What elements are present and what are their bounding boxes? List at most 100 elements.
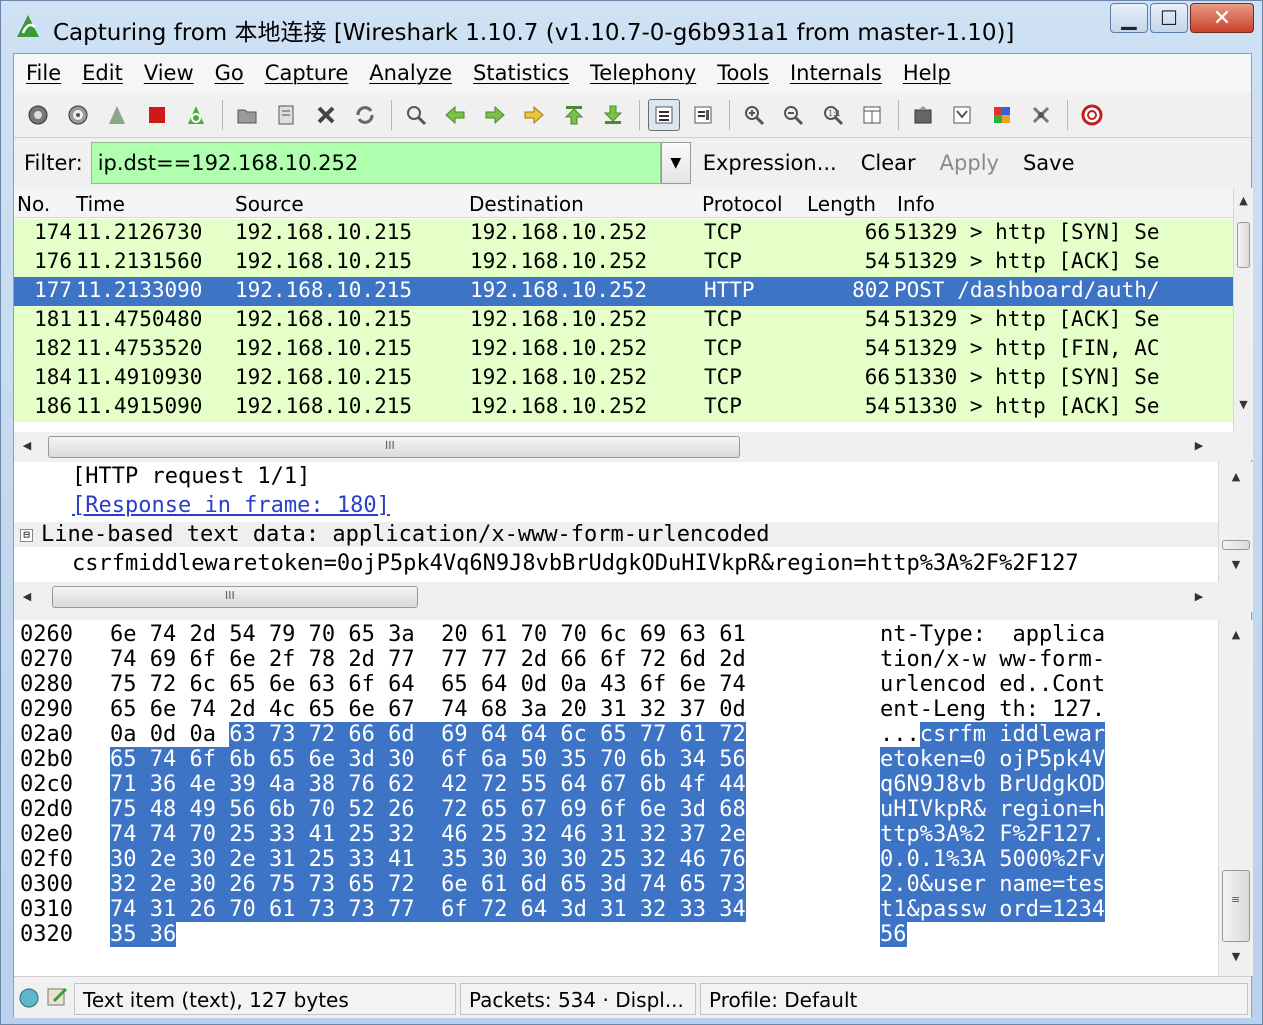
- packet-row[interactable]: 181 11.4750480 192.168.10.215 192.168.10.25…: [14, 306, 1233, 335]
- close-button[interactable]: ✕: [1190, 3, 1254, 33]
- go-back-icon[interactable]: [439, 99, 471, 131]
- zoom-normal-icon[interactable]: 1:1: [817, 99, 849, 131]
- detail-http-request[interactable]: [HTTP request 1/1]: [72, 464, 310, 489]
- maximize-button[interactable]: ☐: [1150, 3, 1188, 33]
- display-filter-input[interactable]: [90, 142, 661, 184]
- detail-form-data[interactable]: csrfmiddlewaretoken=0ojP5pk4Vq6N9J8vbBrU…: [72, 551, 1079, 576]
- byte-row[interactable]: 0310 74 31 26 70 61 73 73 77 6f 72 64 3d …: [14, 897, 1218, 922]
- byte-row[interactable]: 02f0 30 2e 30 2e 31 25 33 41 35 30 30 30 …: [14, 847, 1218, 872]
- options-icon[interactable]: [62, 99, 94, 131]
- details-vscrollbar[interactable]: ▲ ▼: [1218, 462, 1253, 582]
- help-icon[interactable]: [1076, 99, 1108, 131]
- collapse-icon[interactable]: ⊟: [20, 528, 33, 542]
- scroll-down-arrow-icon[interactable]: ▼: [1219, 950, 1253, 963]
- close-file-icon[interactable]: [310, 99, 342, 131]
- preferences-icon[interactable]: [1025, 99, 1057, 131]
- scroll-thumb[interactable]: [1222, 540, 1250, 550]
- packet-row[interactable]: 176 11.2131560 192.168.10.215 192.168.10.25…: [14, 248, 1233, 277]
- go-last-icon[interactable]: [597, 99, 629, 131]
- packet-row[interactable]: 177 11.2133090 192.168.10.215 192.168.10.25…: [14, 277, 1233, 306]
- go-first-icon[interactable]: [558, 99, 590, 131]
- byte-row[interactable]: 0280 75 72 6c 65 6e 63 6f 64 65 64 0d 0a …: [14, 672, 1218, 697]
- menu-tools[interactable]: Tools: [717, 61, 769, 85]
- find-icon[interactable]: [400, 99, 432, 131]
- byte-row[interactable]: 0320 35 36 56: [14, 922, 1218, 947]
- start-capture-icon[interactable]: [101, 99, 133, 131]
- save-file-icon[interactable]: [270, 99, 302, 131]
- byte-row[interactable]: 02d0 75 48 49 56 6b 70 52 26 72 65 67 69 …: [14, 797, 1218, 822]
- byte-row[interactable]: 02c0 71 36 4e 39 4a 38 76 62 42 72 55 64 …: [14, 772, 1218, 797]
- bytes-vscrollbar[interactable]: ▲ ≡ ▼: [1218, 620, 1253, 976]
- expression-button[interactable]: Expression...: [703, 151, 837, 175]
- reload-icon[interactable]: [349, 99, 381, 131]
- byte-row[interactable]: 02a0 0a 0d 0a 63 73 72 66 6d 69 64 64 6c …: [14, 722, 1218, 747]
- byte-row[interactable]: 0300 32 2e 30 26 75 73 65 72 6e 61 6d 65 …: [14, 872, 1218, 897]
- scroll-up-arrow-icon[interactable]: ▲: [1234, 194, 1253, 207]
- byte-row[interactable]: 0260 6e 74 2d 54 79 70 65 3a 20 61 70 70 …: [14, 622, 1218, 647]
- byte-row[interactable]: 02b0 65 74 6f 6b 65 6e 3d 30 6f 6a 50 35 …: [14, 747, 1218, 772]
- column-header-destination[interactable]: Destination: [469, 192, 584, 216]
- menu-telephony[interactable]: Telephony: [590, 61, 696, 85]
- scroll-thumb[interactable]: ≡: [1222, 870, 1250, 942]
- byte-row[interactable]: 02e0 74 74 70 25 33 41 25 32 46 25 32 46 …: [14, 822, 1218, 847]
- menu-analyze[interactable]: Analyze: [369, 61, 452, 85]
- menu-statistics[interactable]: Statistics: [473, 61, 569, 85]
- autoscroll-icon[interactable]: [687, 99, 719, 131]
- column-header-protocol[interactable]: Protocol: [702, 192, 783, 216]
- colorize-icon[interactable]: [647, 98, 680, 131]
- status-profile[interactable]: Profile: Default: [700, 983, 1248, 1015]
- open-file-icon[interactable]: [231, 99, 263, 131]
- zoom-out-icon[interactable]: [777, 99, 809, 131]
- packet-row[interactable]: 174 11.2126730 192.168.10.215 192.168.10.25…: [14, 219, 1233, 248]
- clear-button[interactable]: Clear: [861, 151, 916, 175]
- capture-filters-icon[interactable]: [907, 99, 939, 131]
- title-bar[interactable]: Capturing from 本地连接 [Wireshark 1.10.7 (v…: [1, 1, 1263, 53]
- display-filters-icon[interactable]: [946, 99, 978, 131]
- packet-row[interactable]: 182 11.4753520 192.168.10.215 192.168.10.25…: [14, 335, 1233, 364]
- scroll-right-arrow-icon[interactable]: ▶: [1192, 439, 1206, 452]
- detail-line-based-text[interactable]: ⊟ Line-based text data: application/x-www…: [14, 522, 1218, 547]
- menu-file[interactable]: File: [26, 61, 61, 85]
- hscroll-thumb[interactable]: III: [52, 586, 418, 608]
- byte-row[interactable]: 0290 65 6e 74 2d 4c 65 6e 67 74 68 3a 20 …: [14, 697, 1218, 722]
- menu-view[interactable]: View: [144, 61, 194, 85]
- column-header-source[interactable]: Source: [235, 192, 304, 216]
- column-header-no[interactable]: No.: [17, 192, 50, 216]
- minimize-button[interactable]: ▁: [1110, 3, 1148, 33]
- go-forward-icon[interactable]: [479, 99, 511, 131]
- column-header-length[interactable]: Length: [807, 192, 876, 216]
- resize-columns-icon[interactable]: [856, 99, 888, 131]
- menu-capture[interactable]: Capture: [265, 61, 349, 85]
- scroll-left-arrow-icon[interactable]: ◀: [20, 590, 34, 603]
- byte-row[interactable]: 0270 74 69 6f 6e 2f 78 2d 77 77 77 2d 66 …: [14, 647, 1218, 672]
- stop-capture-icon[interactable]: [141, 99, 173, 131]
- scroll-up-arrow-icon[interactable]: ▲: [1219, 470, 1253, 483]
- apply-button[interactable]: Apply: [940, 151, 999, 175]
- expert-info-icon[interactable]: [18, 987, 40, 1014]
- menu-internals[interactable]: Internals: [790, 61, 882, 85]
- menu-go[interactable]: Go: [215, 61, 244, 85]
- scroll-down-arrow-icon[interactable]: ▼: [1219, 558, 1253, 571]
- go-to-packet-icon[interactable]: [518, 99, 550, 131]
- interfaces-icon[interactable]: [22, 99, 54, 131]
- zoom-in-icon[interactable]: [738, 99, 770, 131]
- packet-row[interactable]: 186 11.4915090 192.168.10.215 192.168.10.25…: [14, 393, 1233, 422]
- filter-history-dropdown[interactable]: ▼: [660, 142, 691, 184]
- scroll-thumb[interactable]: [1237, 222, 1250, 268]
- hscroll-thumb[interactable]: III: [48, 436, 740, 458]
- packet-list-hscrollbar[interactable]: ◀ III ▶: [14, 432, 1253, 460]
- details-hscrollbar[interactable]: ◀ III ▶: [14, 582, 1253, 612]
- scroll-down-arrow-icon[interactable]: ▼: [1234, 398, 1253, 411]
- save-filter-button[interactable]: Save: [1023, 151, 1075, 175]
- restart-capture-icon[interactable]: [180, 99, 212, 131]
- scroll-left-arrow-icon[interactable]: ◀: [20, 439, 34, 452]
- packet-row[interactable]: 184 11.4910930 192.168.10.215 192.168.10.25…: [14, 364, 1233, 393]
- scroll-right-arrow-icon[interactable]: ▶: [1192, 590, 1206, 603]
- menu-help[interactable]: Help: [903, 61, 951, 85]
- capture-comment-icon[interactable]: [46, 985, 70, 1014]
- column-header-info[interactable]: Info: [897, 192, 935, 216]
- menu-edit[interactable]: Edit: [82, 61, 123, 85]
- coloring-rules-icon[interactable]: [986, 99, 1018, 131]
- column-header-time[interactable]: Time: [76, 192, 125, 216]
- packet-list-vscrollbar[interactable]: ▲ ▼: [1233, 188, 1253, 432]
